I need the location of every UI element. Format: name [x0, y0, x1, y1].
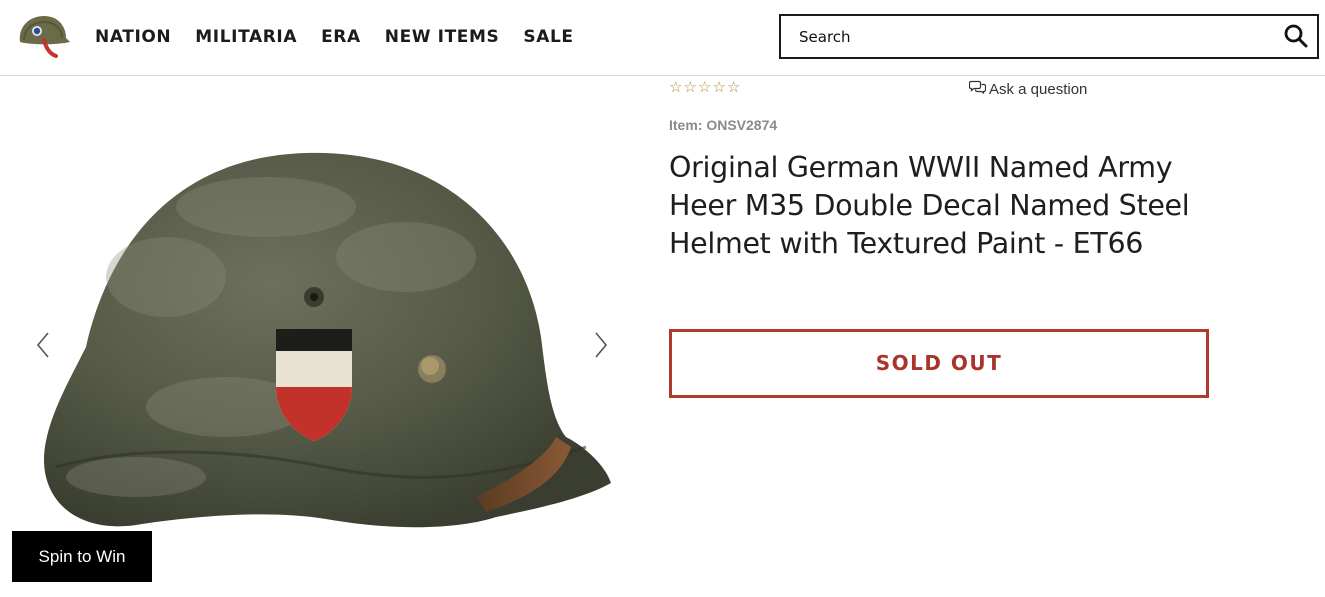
star-outline-icon: ☆ — [683, 79, 697, 96]
product-image[interactable] — [26, 147, 616, 547]
item-code: Item: ONSV2874 — [669, 117, 778, 133]
chat-bubbles-icon — [968, 80, 987, 98]
search-icon[interactable] — [1283, 23, 1309, 49]
star-outline-icon: ☆ — [669, 79, 683, 96]
search-input[interactable] — [781, 16, 1271, 57]
nav-item-militaria[interactable]: MILITARIA — [195, 26, 297, 48]
nav-item-era[interactable]: ERA — [321, 26, 361, 48]
nav-item-nation[interactable]: NATION — [95, 26, 171, 48]
rating-stars[interactable]: ☆ ☆ ☆ ☆ ☆ — [669, 80, 740, 96]
sold-out-button[interactable]: SOLD OUT — [669, 329, 1209, 398]
chevron-right-icon[interactable] — [588, 327, 612, 363]
product-title: Original German WWII Named Army Heer M35… — [669, 151, 1190, 260]
ask-question-link[interactable]: Ask a question — [968, 80, 1088, 98]
star-outline-icon: ☆ — [697, 79, 712, 96]
main-nav: NATION MILITARIA ERA NEW ITEMS SALE — [95, 26, 598, 48]
nav-item-new-items[interactable]: NEW ITEMS — [385, 26, 500, 48]
nav-item-sale[interactable]: SALE — [523, 26, 573, 48]
helmet-logo-icon[interactable] — [16, 12, 74, 58]
star-outline-icon: ☆ — [712, 79, 726, 96]
search-box — [779, 14, 1319, 59]
spin-to-win-button[interactable]: Spin to Win — [12, 531, 152, 582]
product-gallery — [0, 77, 640, 597]
site-header: NATION MILITARIA ERA NEW ITEMS SALE — [0, 0, 1325, 76]
ask-question-label: Ask a question — [989, 80, 1088, 98]
star-outline-icon: ☆ — [726, 79, 741, 96]
chevron-left-icon[interactable] — [32, 327, 56, 363]
